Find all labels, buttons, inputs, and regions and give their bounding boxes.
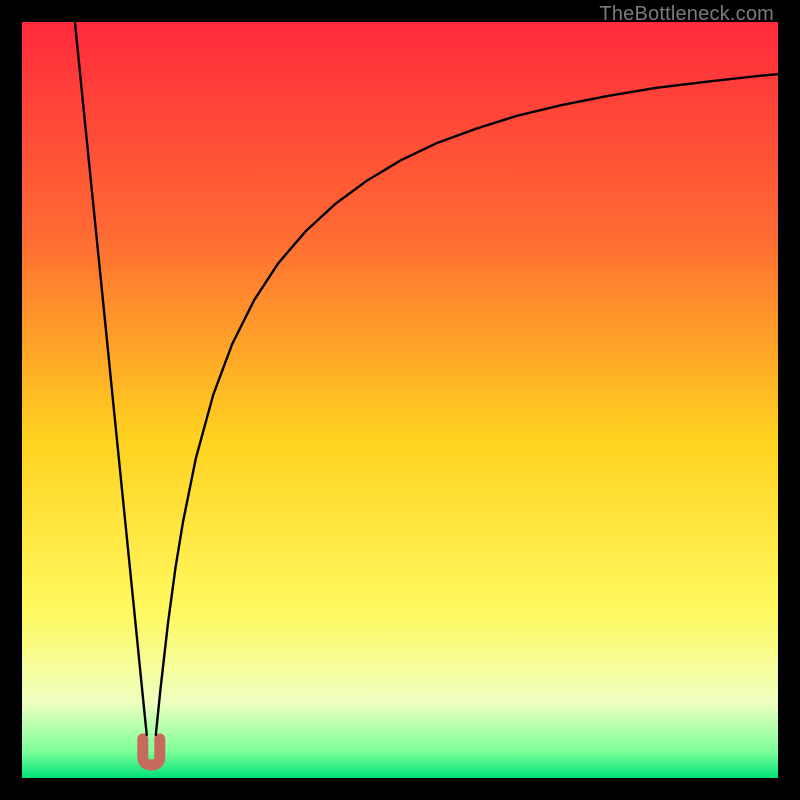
chart-frame	[22, 22, 778, 778]
gradient-background	[22, 22, 778, 778]
plot-area	[22, 22, 778, 778]
bottleneck-curve-chart	[22, 22, 778, 778]
watermark-text: TheBottleneck.com	[599, 3, 774, 26]
